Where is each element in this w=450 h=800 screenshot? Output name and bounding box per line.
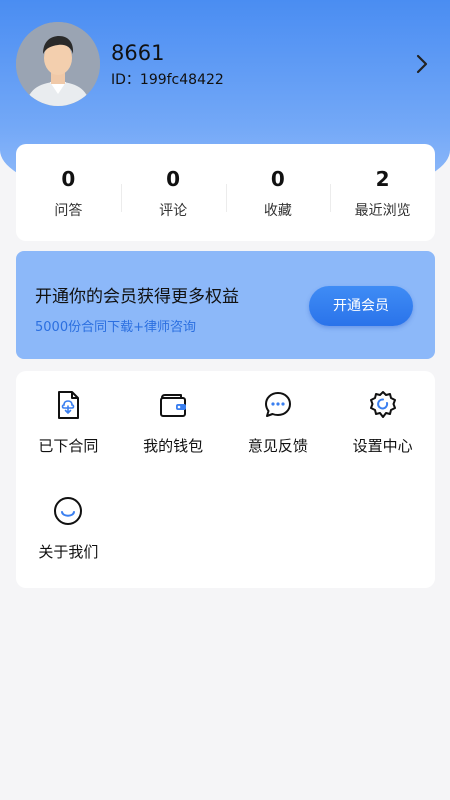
menu-card: 已下合同 我的钱包 意见反馈 设置中心 关于我们 (16, 371, 435, 588)
stat-label: 问答 (54, 202, 83, 219)
stat-value: 0 (270, 166, 285, 191)
menu-item-about-us[interactable]: 关于我们 (16, 495, 121, 601)
user-avatar-icon (16, 22, 100, 106)
document-download-icon (52, 389, 84, 421)
stat-favorites[interactable]: 0 收藏 (225, 166, 331, 220)
stat-value: 0 (61, 166, 76, 191)
vip-title: 开通你的会员获得更多权益 (35, 287, 239, 307)
stat-recent[interactable]: 2 最近浏览 (330, 166, 435, 220)
vip-subtitle: 5000份合同下载+律师咨询 (35, 320, 196, 335)
menu-label: 关于我们 (38, 543, 99, 561)
username: 8661 (111, 40, 165, 65)
menu-item-settings[interactable]: 设置中心 (330, 389, 435, 495)
wallet-icon (157, 389, 189, 421)
chevron-right-icon[interactable] (410, 52, 434, 76)
smile-icon (52, 495, 84, 527)
stat-label: 收藏 (263, 202, 292, 219)
stats-card: 0 问答 0 评论 0 收藏 2 最近浏览 (16, 144, 435, 241)
vip-banner: 开通你的会员获得更多权益 5000份合同下载+律师咨询 开通会员 (16, 251, 435, 359)
open-membership-button[interactable]: 开通会员 (309, 286, 413, 326)
stat-value: 0 (166, 166, 181, 191)
stat-label: 评论 (159, 202, 188, 219)
stat-qa[interactable]: 0 问答 (16, 166, 121, 220)
stat-label: 最近浏览 (354, 202, 411, 219)
stat-value: 2 (375, 166, 390, 191)
menu-label: 我的钱包 (143, 437, 204, 455)
user-info: 8661 ID：199fc48422 (111, 40, 410, 89)
menu-label: 设置中心 (352, 437, 413, 455)
menu-item-downloaded-contracts[interactable]: 已下合同 (16, 389, 121, 495)
menu-item-feedback[interactable]: 意见反馈 (226, 389, 331, 495)
user-id: ID：199fc48422 (111, 71, 224, 88)
gear-icon (367, 389, 399, 421)
menu-label: 已下合同 (38, 437, 99, 455)
stat-comments[interactable]: 0 评论 (120, 166, 226, 220)
chat-bubble-icon (262, 389, 294, 421)
menu-item-wallet[interactable]: 我的钱包 (121, 389, 226, 495)
menu-label: 意见反馈 (247, 437, 308, 455)
profile-header[interactable]: 8661 ID：199fc48422 (16, 22, 434, 106)
avatar[interactable] (16, 22, 100, 106)
